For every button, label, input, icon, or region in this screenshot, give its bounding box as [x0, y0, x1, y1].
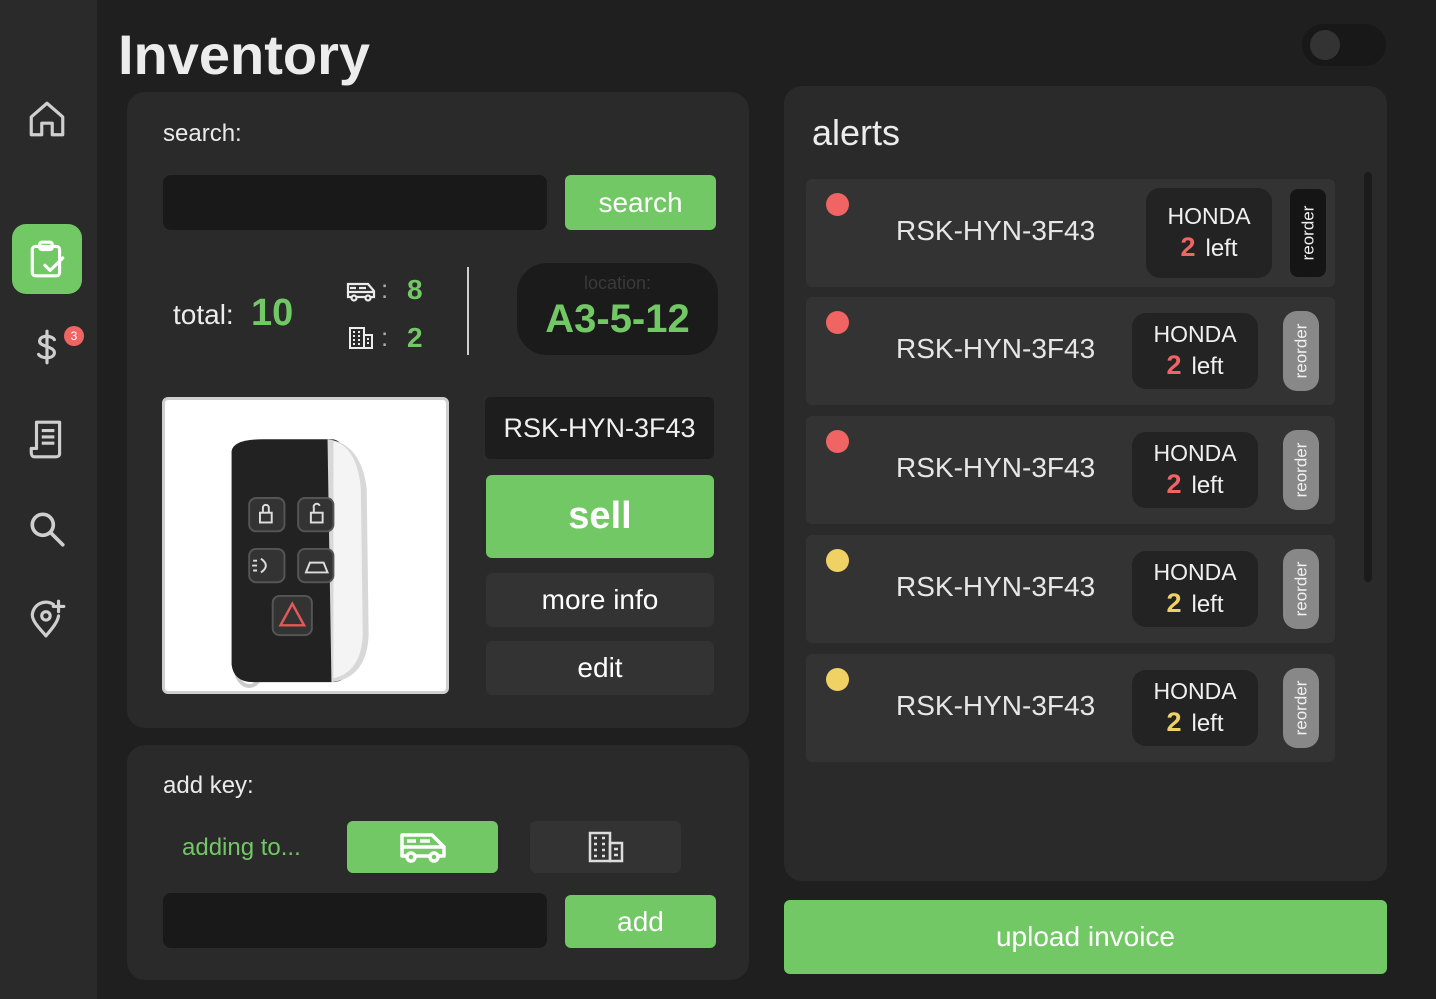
alert-level-dot	[826, 311, 849, 334]
alert-row[interactable]: RSK-HYN-3F43 HONDA 2 left reorder	[806, 416, 1335, 524]
sell-button[interactable]: sell	[486, 475, 714, 558]
stock-count: 2	[1180, 232, 1196, 262]
reorder-label: reorder	[1291, 442, 1310, 498]
alert-key-code: RSK-HYN-3F43	[896, 452, 1096, 483]
add-key-label: add key:	[163, 772, 254, 799]
van-icon	[399, 833, 446, 863]
sidebar-item-inventory[interactable]	[12, 224, 82, 294]
alert-key-code: RSK-HYN-3F43	[896, 690, 1096, 721]
page-title: Inventory	[118, 23, 371, 86]
clipboard-check-icon	[30, 240, 65, 278]
brand-name: HONDA	[1153, 678, 1237, 704]
alert-key-code: RSK-HYN-3F43	[896, 571, 1096, 602]
building-count: 2	[407, 322, 423, 353]
reorder-button[interactable]: reorder	[1283, 430, 1319, 510]
home-icon	[29, 101, 65, 137]
add-key-input[interactable]	[163, 893, 547, 948]
location-plus-icon	[30, 599, 66, 638]
reorder-label: reorder	[1291, 561, 1310, 617]
reorder-label: reorder	[1298, 205, 1317, 261]
sidebar-item-add-location[interactable]	[12, 584, 82, 654]
stock-box: HONDA 2 left	[1132, 313, 1258, 389]
alert-row[interactable]: RSK-HYN-3F43 HONDA 2 left reorder	[806, 654, 1335, 762]
van-count: 8	[407, 274, 423, 305]
stock-left-label: left	[1191, 353, 1224, 380]
stock-left-label: left	[1191, 710, 1224, 737]
van-separator: :	[381, 274, 389, 304]
alerts-panel: alerts RSK-HYN-3F43 HONDA 2 left reorder …	[784, 86, 1387, 881]
dollar-icon	[37, 329, 56, 365]
search-icon	[30, 512, 65, 547]
sidebar-item-sales[interactable]: 3	[12, 312, 84, 382]
stock-left-label: left	[1191, 591, 1224, 618]
search-label: search:	[163, 120, 242, 147]
reorder-label: reorder	[1291, 680, 1310, 736]
alert-row[interactable]: RSK-HYN-3F43 HONDA 2 left reorder	[806, 297, 1335, 405]
stock-box: HONDA 2 left	[1132, 432, 1258, 508]
stock-box: HONDA 2 left	[1146, 188, 1272, 278]
divider	[467, 267, 469, 355]
reorder-button[interactable]: reorder	[1283, 549, 1319, 629]
sidebar: 3	[0, 0, 97, 999]
upload-invoice-button[interactable]: upload invoice	[784, 900, 1387, 974]
alert-level-dot	[826, 668, 849, 691]
location-box: location: A3-5-12	[517, 263, 718, 355]
theme-toggle[interactable]	[1302, 24, 1386, 66]
search-panel: search: search total: 10 : 8 : 2 locatio…	[127, 92, 749, 728]
building-separator: :	[381, 322, 389, 352]
more-info-button[interactable]: more info	[486, 573, 714, 627]
key-code: RSK-HYN-3F43	[485, 397, 714, 459]
sidebar-item-search[interactable]	[12, 494, 82, 564]
search-input[interactable]	[163, 175, 547, 230]
receipt-icon	[29, 420, 62, 459]
stock-box: HONDA 2 left	[1132, 670, 1258, 746]
location-value: A3-5-12	[545, 297, 690, 341]
add-key-panel: add key: adding to... add	[127, 745, 749, 980]
key-fob-image	[231, 439, 369, 688]
alert-key-code: RSK-HYN-3F43	[896, 333, 1096, 364]
add-button[interactable]: add	[565, 895, 716, 948]
toggle-knob	[1310, 30, 1340, 60]
van-target-button[interactable]	[347, 821, 498, 873]
stock-box: HONDA 2 left	[1132, 551, 1258, 627]
reorder-button[interactable]: reorder	[1283, 668, 1319, 748]
van-icon	[346, 282, 376, 302]
notification-badge: 3	[64, 326, 84, 346]
stock-count: 2	[1166, 588, 1182, 618]
brand-name: HONDA	[1153, 559, 1237, 585]
building-icon	[588, 831, 623, 863]
location-label: location:	[583, 273, 652, 293]
key-image	[162, 397, 449, 694]
total-label: total:	[173, 299, 234, 330]
reorder-label: reorder	[1291, 323, 1310, 379]
stock-count: 2	[1166, 707, 1182, 737]
reorder-button[interactable]: reorder	[1290, 189, 1326, 277]
building-icon	[349, 327, 373, 349]
sidebar-item-home[interactable]	[12, 84, 82, 154]
alert-level-dot	[826, 193, 849, 216]
search-button[interactable]: search	[565, 175, 716, 230]
alert-level-dot	[826, 549, 849, 572]
building-target-button[interactable]	[530, 821, 681, 873]
alert-row[interactable]: RSK-HYN-3F43 HONDA 2 left reorder	[806, 535, 1335, 643]
stock-left-label: left	[1191, 472, 1224, 499]
alerts-title: alerts	[812, 112, 901, 153]
alert-row[interactable]: RSK-HYN-3F43 HONDA 2 left reorder	[806, 179, 1335, 287]
brand-name: HONDA	[1167, 203, 1251, 229]
stock-left-label: left	[1205, 235, 1238, 262]
sidebar-item-receipts[interactable]	[12, 404, 82, 474]
alerts-scrollbar[interactable]	[1364, 172, 1372, 582]
stock-count: 2	[1166, 469, 1182, 499]
alert-key-code: RSK-HYN-3F43	[896, 215, 1096, 246]
edit-button[interactable]: edit	[486, 641, 714, 695]
brand-name: HONDA	[1153, 321, 1237, 347]
reorder-button[interactable]: reorder	[1283, 311, 1319, 391]
brand-name: HONDA	[1153, 440, 1237, 466]
stock-count: 2	[1166, 350, 1182, 380]
total-value: 10	[251, 292, 294, 334]
alert-level-dot	[826, 430, 849, 453]
adding-to-label: adding to...	[182, 834, 301, 861]
